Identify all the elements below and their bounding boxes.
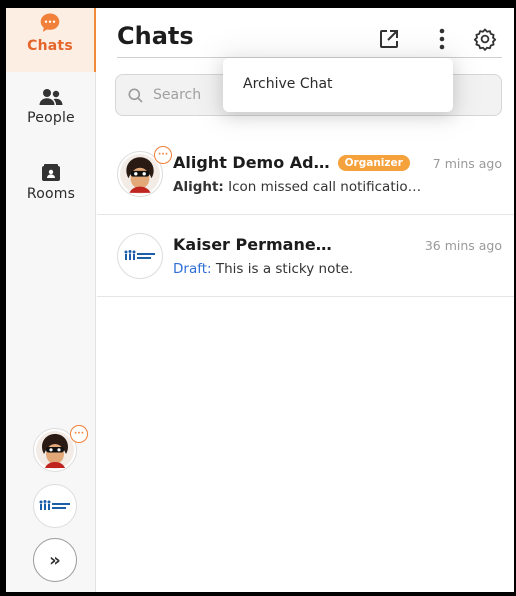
unread-badge-icon: ···: [154, 146, 172, 164]
more-vertical-icon: [439, 28, 445, 50]
chat-title-row: Alight Demo Ad… Organizer: [173, 153, 410, 172]
open-external-button[interactable]: [376, 26, 402, 52]
nav-item-rooms[interactable]: Rooms: [6, 164, 96, 202]
more-options-menu: Archive Chat: [223, 58, 453, 112]
preview-message: This is a sticky note.: [215, 261, 354, 277]
nav-item-chats[interactable]: Chats: [6, 8, 96, 72]
menu-item-archive-chat[interactable]: Archive Chat: [243, 76, 433, 92]
unread-badge-icon: ···: [70, 425, 88, 443]
kaiser-permanente-logo-icon: [124, 250, 155, 260]
avatar: ···: [117, 146, 172, 197]
left-nav-rail: Chats People Rooms ··· »: [6, 8, 96, 592]
nav-item-label: Chats: [27, 38, 73, 54]
chat-name: Kaiser Permane…: [173, 235, 332, 254]
search-icon: [128, 88, 143, 103]
nav-item-label: People: [27, 110, 75, 126]
settings-button[interactable]: [472, 26, 498, 52]
chat-list-item[interactable]: Kaiser Permane… 36 mins ago Draft: This …: [97, 215, 514, 297]
chat-bubble-icon: [40, 13, 60, 32]
chat-list-pane: Chats Search ··· Alight Demo Ad… Organiz…: [97, 8, 514, 592]
chat-list-item[interactable]: ··· Alight Demo Ad… Organizer 7 mins ago …: [97, 133, 514, 215]
rail-avatar-kaiser[interactable]: [33, 484, 77, 528]
page-title: Chats: [117, 22, 194, 50]
nav-item-people[interactable]: People: [6, 88, 96, 126]
chat-preview: Alight: Icon missed call notificatio…: [173, 179, 421, 195]
nav-item-label: Rooms: [26, 186, 76, 202]
avatar-incredibles-icon: [36, 431, 74, 469]
settings-gear-icon: [473, 28, 497, 51]
chat-name: Alight Demo Ad…: [173, 153, 330, 172]
chat-timestamp: 36 mins ago: [424, 238, 502, 253]
chat-timestamp: 7 mins ago: [432, 156, 502, 171]
open-external-icon: [380, 30, 398, 48]
double-chevron-right-icon: »: [49, 549, 61, 571]
preview-sender: Alight:: [173, 179, 224, 195]
rail-avatar-alight[interactable]: ···: [33, 425, 88, 472]
organizer-badge: Organizer: [337, 155, 410, 171]
chat-app-window: Chats People Rooms ··· » Chats Search ··…: [6, 8, 514, 592]
draft-label: Draft:: [173, 261, 212, 277]
rooms-icon: [42, 164, 60, 181]
kaiser-permanente-logo-icon: [39, 500, 70, 510]
chat-preview: Draft: This is a sticky note.: [173, 261, 353, 277]
expand-sidebar-button[interactable]: »: [33, 538, 77, 582]
preview-message: Icon missed call notificatio…: [228, 179, 422, 195]
avatar: [117, 233, 163, 279]
people-icon: [39, 89, 63, 105]
more-options-button[interactable]: [429, 26, 455, 52]
search-placeholder: Search: [153, 87, 202, 103]
